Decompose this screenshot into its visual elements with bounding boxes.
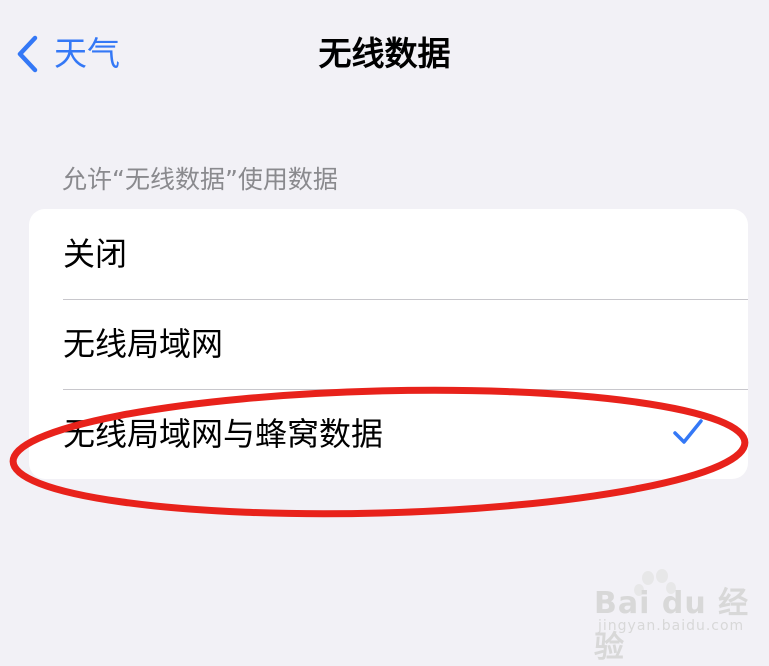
option-off[interactable]: 关闭 (29, 209, 748, 299)
data-usage-options: 关闭 无线局域网 无线局域网与蜂窝数据 (29, 209, 748, 479)
option-wlan-and-cellular[interactable]: 无线局域网与蜂窝数据 (29, 389, 748, 479)
checkmark-icon (673, 419, 703, 444)
page-title: 无线数据 (318, 34, 451, 73)
option-label: 无线局域网与蜂窝数据 (63, 415, 384, 453)
section-header: 允许“无线数据”使用数据 (62, 165, 338, 194)
option-wlan[interactable]: 无线局域网 (29, 299, 748, 389)
option-label: 无线局域网 (63, 325, 224, 363)
option-label: 关闭 (63, 235, 128, 273)
watermark-url: jingyan.baidu.com (598, 618, 745, 634)
navigation-bar: 天气 无线数据 (0, 0, 769, 110)
